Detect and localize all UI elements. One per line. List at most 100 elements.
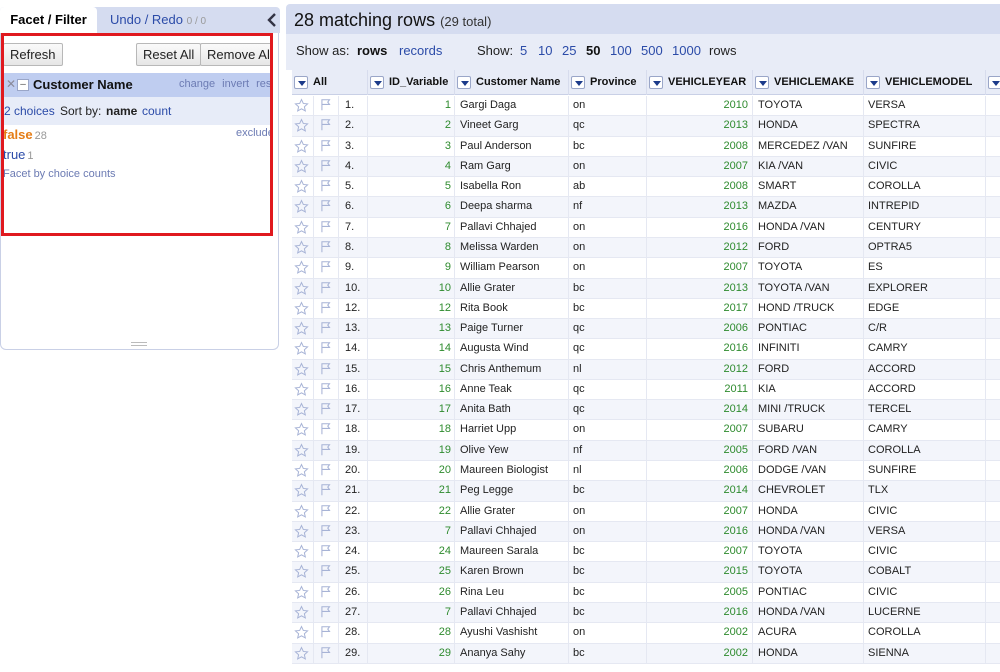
flag-icon[interactable] [319, 402, 333, 416]
cell-vehiclemake[interactable]: HONDA [758, 119, 798, 131]
cell-id-variable[interactable]: 9 [365, 261, 451, 273]
cell-customer-name[interactable]: Maureen Sarala [460, 545, 538, 557]
cell-customer-name[interactable]: Augusta Wind [460, 342, 528, 354]
cell-vehiclemake[interactable]: HONDA /VAN [758, 221, 825, 233]
flag-icon[interactable] [319, 443, 333, 457]
star-icon[interactable] [294, 341, 309, 356]
cell-province[interactable]: bc [573, 545, 585, 557]
cell-vehiclemake[interactable]: TOYOTA /VAN [758, 282, 830, 294]
flag-icon[interactable] [319, 341, 333, 355]
flag-icon[interactable] [319, 646, 333, 660]
column-header-province[interactable]: Province [568, 70, 646, 95]
cell-id-variable[interactable]: 29 [365, 647, 451, 659]
cell-vehiclemake[interactable]: HONDA /VAN [758, 606, 825, 618]
cell-vehicleyear[interactable]: 2014 [648, 403, 748, 415]
cell-vehiclemake[interactable]: HONDA [758, 505, 798, 517]
tab-facet-filter[interactable]: Facet / Filter [0, 7, 97, 33]
cell-vehicleyear[interactable]: 2007 [648, 545, 748, 557]
column-header-id-variable[interactable]: ID_Variable [367, 70, 454, 95]
cell-province[interactable]: bc [573, 647, 585, 659]
page-size-25[interactable]: 25 [562, 43, 576, 58]
cell-vehicleyear[interactable]: 2006 [648, 464, 748, 476]
cell-vehiclemake[interactable]: SMART [758, 180, 796, 192]
star-icon[interactable] [294, 564, 309, 579]
cell-vehiclemodel[interactable]: VERSA [868, 99, 905, 111]
flag-icon[interactable] [319, 422, 333, 436]
cell-vehicleyear[interactable]: 2014 [648, 484, 748, 496]
cell-vehiclemake[interactable]: KIA /VAN [758, 160, 803, 172]
cell-vehicleyear[interactable]: 2002 [648, 626, 748, 638]
star-icon[interactable] [294, 260, 309, 275]
cell-province[interactable]: bc [573, 484, 585, 496]
cell-vehicleyear[interactable]: 2005 [648, 444, 748, 456]
cell-province[interactable]: qc [573, 403, 585, 415]
cell-customer-name[interactable]: Ananya Sahy [460, 647, 525, 659]
page-size-500[interactable]: 500 [641, 43, 663, 58]
cell-vehiclemake[interactable]: TOYOTA [758, 545, 802, 557]
page-size-10[interactable]: 10 [538, 43, 552, 58]
flag-icon[interactable] [319, 240, 333, 254]
cell-vehicleyear[interactable]: 2010 [648, 99, 748, 111]
cell-customer-name[interactable]: Olive Yew [460, 444, 508, 456]
cell-vehiclemake[interactable]: CHEVROLET [758, 484, 825, 496]
column-header-customer-name[interactable]: Customer Name [454, 70, 568, 95]
cell-id-variable[interactable]: 18 [365, 423, 451, 435]
cell-province[interactable]: bc [573, 302, 585, 314]
column-menu-icon[interactable] [457, 76, 471, 89]
cell-vehicleyear[interactable]: 2007 [648, 423, 748, 435]
cell-province[interactable]: ab [573, 180, 585, 192]
star-icon[interactable] [294, 524, 309, 539]
column-header-all[interactable]: All [292, 70, 367, 95]
cell-vehicleyear[interactable]: 2017 [648, 302, 748, 314]
cell-vehiclemodel[interactable]: OPTRA5 [868, 241, 912, 253]
cell-province[interactable]: bc [573, 140, 585, 152]
exclude-link[interactable]: exclude [236, 127, 272, 139]
cell-customer-name[interactable]: Allie Grater [460, 282, 515, 294]
remove-all-button[interactable]: Remove All [200, 43, 272, 66]
star-icon[interactable] [294, 544, 309, 559]
cell-vehiclemodel[interactable]: C/R [868, 322, 887, 334]
minimize-facet-icon[interactable]: – [17, 79, 29, 91]
cell-vehicleyear[interactable]: 2008 [648, 180, 748, 192]
flag-icon[interactable] [319, 260, 333, 274]
cell-id-variable[interactable]: 15 [365, 363, 451, 375]
cell-province[interactable]: qc [573, 342, 585, 354]
cell-vehiclemake[interactable]: FORD [758, 363, 789, 375]
cell-vehiclemodel[interactable]: COROLLA [868, 444, 921, 456]
page-size-1000[interactable]: 1000 [672, 43, 701, 58]
star-icon[interactable] [294, 280, 309, 296]
cell-customer-name[interactable]: Harriet Upp [460, 423, 516, 435]
cell-vehicleyear[interactable]: 2007 [648, 261, 748, 273]
close-facet-icon[interactable]: ✕ [6, 77, 16, 91]
cell-vehiclemake[interactable]: KIA [758, 383, 776, 395]
sort-by-count[interactable]: count [142, 104, 171, 118]
page-size-5[interactable]: 5 [520, 43, 527, 58]
cell-id-variable[interactable]: 6 [365, 200, 451, 212]
cell-province[interactable]: on [573, 160, 585, 172]
cell-id-variable[interactable]: 12 [365, 302, 451, 314]
flag-icon[interactable] [319, 281, 333, 295]
cell-customer-name[interactable]: Melissa Warden [460, 241, 538, 253]
cell-vehiclemake[interactable]: PONTIAC [758, 586, 807, 598]
cell-vehiclemodel[interactable]: EXPLORER [868, 282, 928, 294]
tab-undo-redo[interactable]: Undo / Redo 0 / 0 [110, 7, 206, 33]
flag-icon[interactable] [319, 199, 333, 213]
refresh-button[interactable]: Refresh [3, 43, 63, 66]
cell-province[interactable]: nf [573, 444, 582, 456]
cell-id-variable[interactable]: 3 [365, 140, 451, 152]
flag-icon[interactable] [319, 159, 333, 173]
cell-customer-name[interactable]: Ayushi Vashisht [460, 626, 537, 638]
star-icon[interactable] [294, 585, 309, 600]
facet-choice-true[interactable]: true 1 [3, 147, 34, 162]
column-menu-icon[interactable] [866, 76, 880, 89]
cell-vehiclemodel[interactable]: SIENNA [868, 647, 909, 659]
cell-vehiclemake[interactable]: FORD [758, 241, 789, 253]
cell-customer-name[interactable]: Allie Grater [460, 505, 515, 517]
cell-province[interactable]: on [573, 99, 585, 111]
cell-vehicleyear[interactable]: 2007 [648, 505, 748, 517]
cell-customer-name[interactable]: Rita Book [460, 302, 508, 314]
cell-vehicleyear[interactable]: 2012 [648, 241, 748, 253]
facet-change-link[interactable]: change [179, 78, 215, 90]
cell-id-variable[interactable]: 7 [365, 221, 451, 233]
cell-customer-name[interactable]: Ram Garg [460, 160, 511, 172]
